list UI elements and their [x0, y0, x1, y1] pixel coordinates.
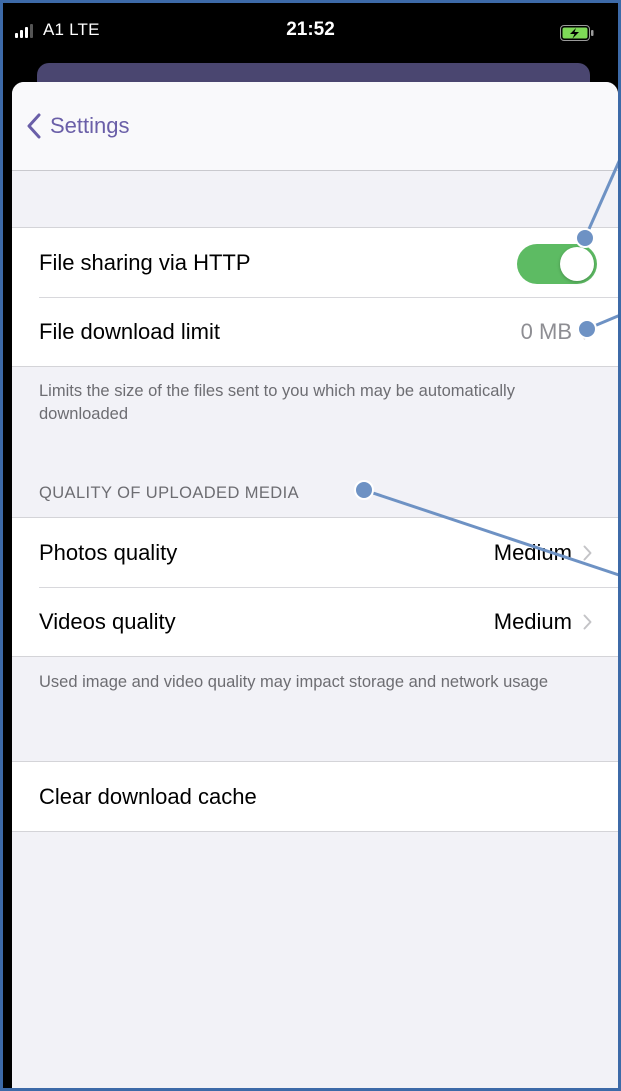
chevron-right-icon	[583, 324, 592, 340]
toggle-knob	[560, 247, 594, 281]
clear-cache-label: Clear download cache	[39, 783, 257, 809]
download-limit-row[interactable]: File download limit 0 MB	[12, 297, 618, 366]
back-button[interactable]: Settings	[26, 108, 130, 144]
navigation-bar: Settings	[12, 82, 618, 171]
battery-charging-icon	[560, 25, 594, 41]
status-bar: A1 LTE 21:52	[3, 3, 618, 47]
settings-sheet: Settings File sharing via HTTP File down…	[12, 82, 618, 1088]
photos-quality-row[interactable]: Photos quality Medium	[12, 518, 618, 587]
download-limit-label: File download limit	[39, 318, 220, 344]
phone-screen: A1 LTE 21:52 Settings File sharing via H…	[0, 0, 621, 1091]
chevron-right-icon	[583, 614, 592, 630]
sharing-settings-group: File sharing via HTTP File download limi…	[12, 227, 618, 367]
videos-quality-label: Videos quality	[39, 608, 176, 634]
http-sharing-label: File sharing via HTTP	[39, 249, 251, 275]
clock: 21:52	[286, 19, 335, 40]
cache-group: Clear download cache	[12, 761, 618, 832]
media-quality-group: Photos quality Medium Videos quality Med…	[12, 517, 618, 657]
media-quality-footnote: Used image and video quality may impact …	[39, 673, 549, 691]
http-sharing-toggle[interactable]	[517, 244, 597, 284]
clear-cache-row[interactable]: Clear download cache	[12, 762, 618, 831]
download-limit-footnote: Limits the size of the files sent to you…	[39, 382, 515, 423]
http-sharing-row: File sharing via HTTP	[12, 228, 618, 297]
back-label: Settings	[50, 113, 130, 138]
chevron-right-icon	[583, 545, 592, 561]
download-limit-value: 0 MB	[520, 318, 572, 344]
videos-quality-row[interactable]: Videos quality Medium	[12, 587, 618, 656]
videos-quality-value: Medium	[493, 608, 572, 634]
chevron-left-icon	[27, 113, 41, 139]
media-quality-header: QUALITY OF UPLOADED MEDIA	[39, 484, 299, 502]
photos-quality-value: Medium	[493, 539, 572, 565]
photos-quality-label: Photos quality	[39, 539, 178, 565]
